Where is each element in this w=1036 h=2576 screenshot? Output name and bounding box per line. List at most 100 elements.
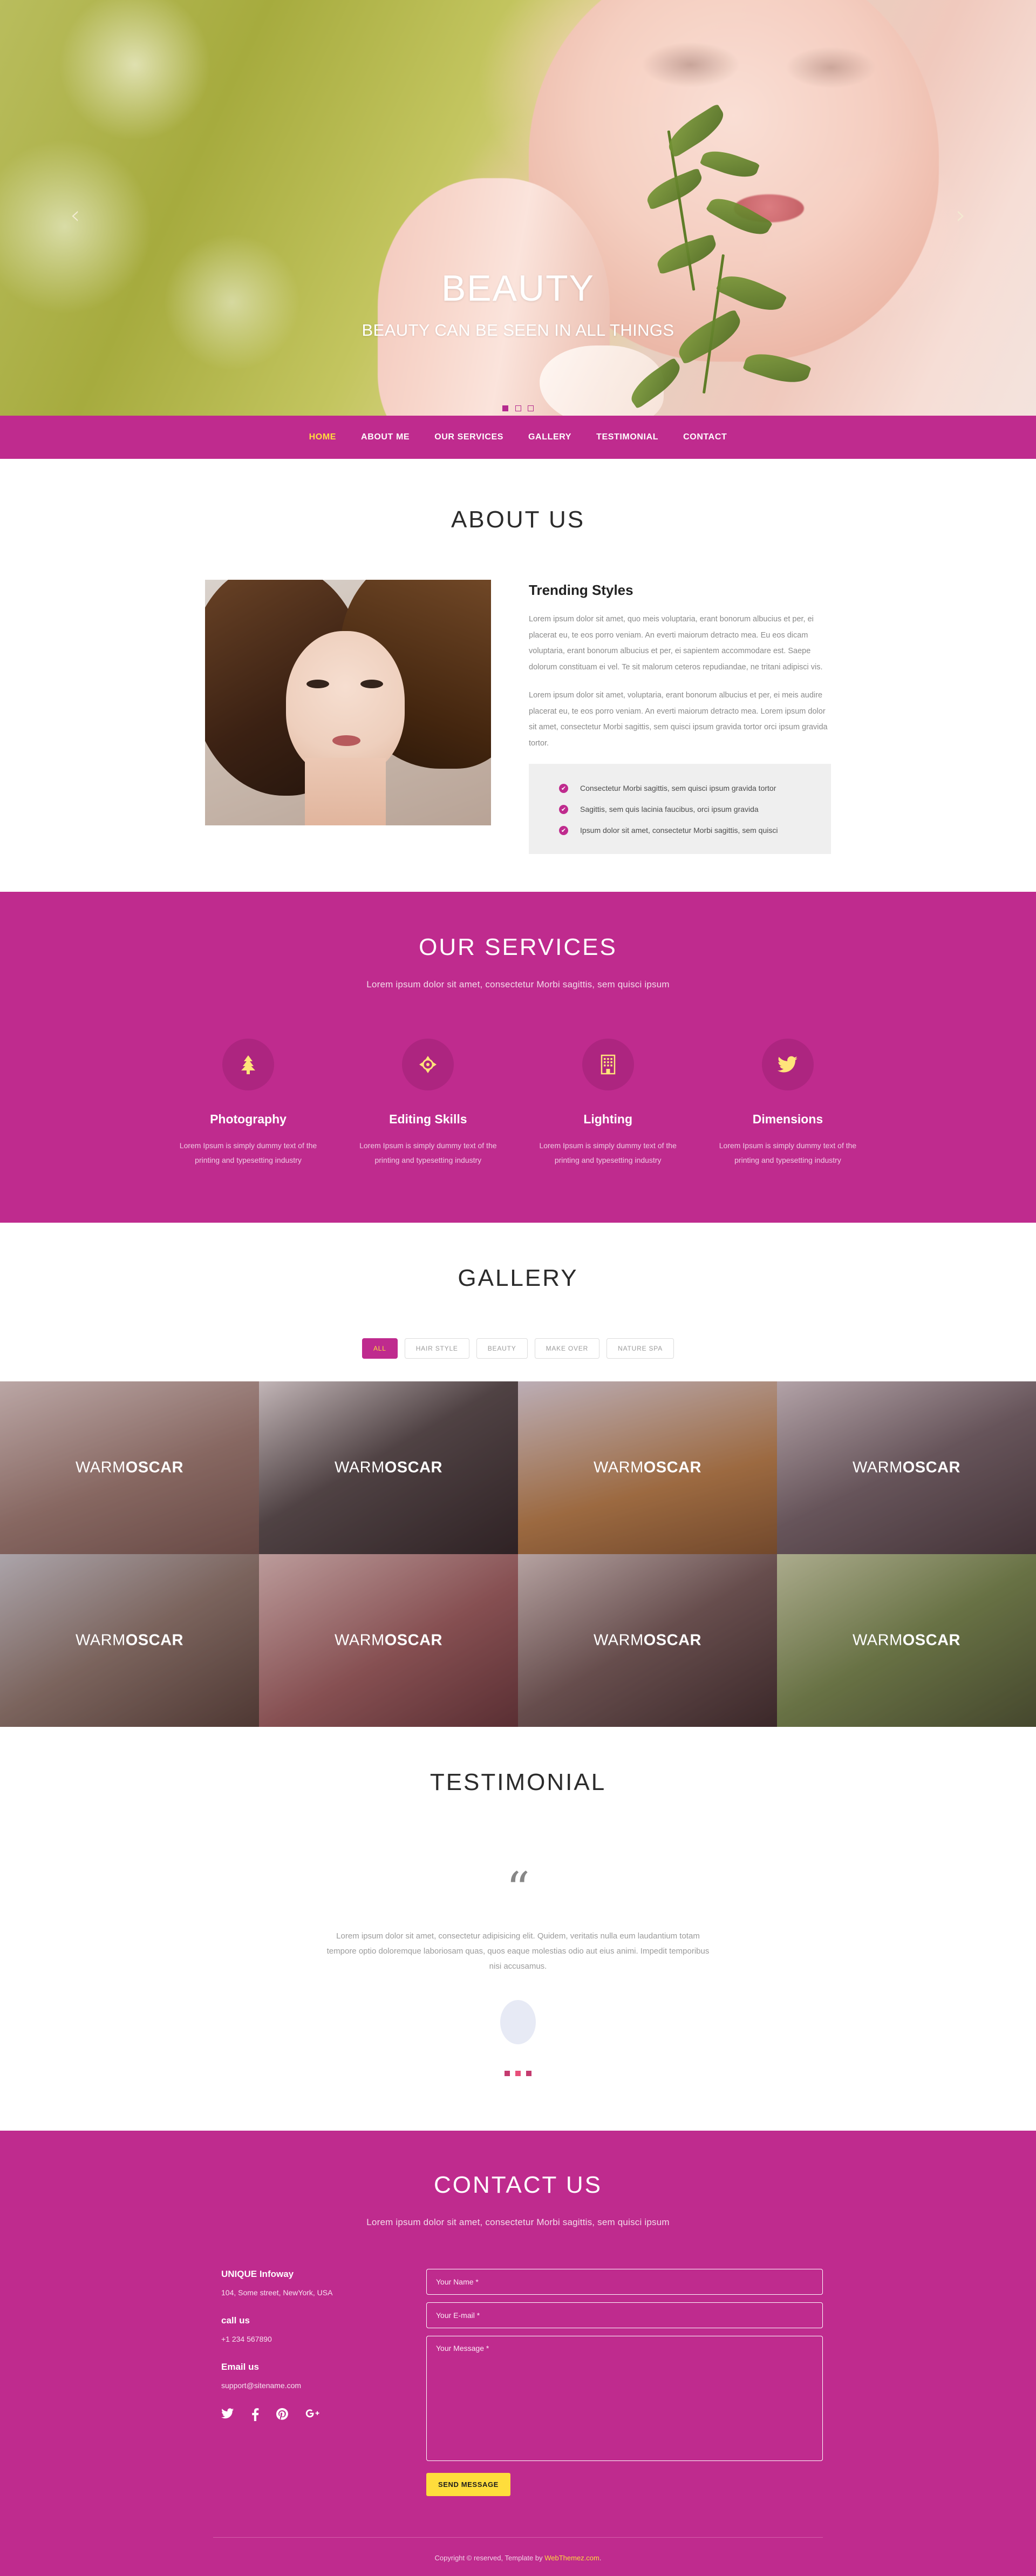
footer-link-webthemez[interactable]: WebThemez.com [544,2554,599,2562]
nav-item-home[interactable]: HOME [297,432,349,442]
contact-section-subtitle: Lorem ipsum dolor sit amet, consectetur … [366,2216,670,2227]
about-text-block: Trending Styles Lorem ipsum dolor sit am… [491,580,831,854]
contact-call-label: call us [221,2315,250,2326]
gallery-caption-bold: OSCAR [643,1459,701,1476]
gallery-caption-light: WARM [76,1459,126,1476]
nav-item-about-me[interactable]: ABOUT ME [349,432,422,442]
hero-prev-arrow[interactable]: ‹ [70,202,80,227]
avatar [500,1999,536,2044]
gallery-item[interactable]: WARMOSCAR [518,1381,777,1555]
check-circle-icon: ✔ [559,783,568,793]
gallery-filter-all[interactable]: ALL [362,1338,398,1359]
gallery-item[interactable]: WARMOSCAR [518,1554,777,1727]
services-section-title: OUR SERVICES [419,933,617,960]
gallery-item[interactable]: WARMOSCAR [0,1554,259,1727]
gallery-caption-light: WARM [853,1631,903,1649]
name-field[interactable] [426,2268,823,2295]
service-desc: Lorem Ipsum is simply dummy text of the … [539,1141,677,1165]
gallery-caption-light: WARM [335,1631,385,1649]
about-content: Trending Styles Lorem ipsum dolor sit am… [205,580,831,854]
about-paragraph-1: Lorem ipsum dolor sit amet, quo meis vol… [529,615,823,672]
contact-info: UNIQUE Infoway 104, Some street, NewYork… [213,2269,418,2496]
crosshair-icon [402,1038,454,1090]
twitter-icon[interactable] [221,2408,234,2421]
contact-address: 104, Some street, NewYork, USA [221,2288,333,2297]
service-desc: Lorem Ipsum is simply dummy text of the … [719,1141,857,1165]
service-name: Editing Skills [389,1111,467,1126]
gallery-section-title: GALLERY [458,1265,578,1292]
service-card-lighting[interactable]: Lighting Lorem Ipsum is simply dummy tex… [530,1038,686,1168]
gallery-caption-light: WARM [594,1459,644,1476]
footer-divider [213,2537,823,2538]
testimonial-dot-3[interactable] [526,2070,532,2076]
contact-email: support@sitename.com [221,2381,302,2390]
building-icon [582,1038,634,1090]
service-card-photography[interactable]: Photography Lorem Ipsum is simply dummy … [170,1038,326,1168]
gallery-caption-bold: OSCAR [902,1631,960,1649]
footer-copyright-text: Copyright © reserved, Template by [434,2553,545,2562]
gallery-item[interactable]: WARMOSCAR [777,1554,1036,1727]
testimonial-section: TESTIMONIAL “ Lorem ipsum dolor sit amet… [0,1727,1036,2131]
gallery-caption-bold: OSCAR [125,1459,183,1476]
service-name: Dimensions [752,1111,823,1126]
pinterest-icon[interactable] [276,2408,288,2421]
gallery-caption-light: WARM [76,1631,126,1649]
gallery-caption-bold: OSCAR [384,1459,442,1476]
gallery-filter-beauty[interactable]: BEAUTY [476,1338,528,1359]
social-links [221,2408,418,2421]
gallery-filter-nature-spa[interactable]: NATURE SPA [606,1338,674,1359]
about-bullet-label: Consectetur Morbi sagittis, sem quisci i… [580,784,776,793]
contact-email-label: Email us [221,2361,259,2372]
gallery-caption-bold: OSCAR [643,1631,701,1649]
tree-icon [222,1038,274,1090]
nav-item-contact[interactable]: CONTACT [671,432,739,442]
testimonial-dot-2[interactable] [515,2070,521,2076]
facebook-icon[interactable] [251,2408,259,2421]
hero-slider-dots[interactable] [0,404,1036,413]
nav-item-our-services[interactable]: OUR SERVICES [422,432,516,442]
about-section-title: ABOUT US [451,506,585,533]
nav-item-testimonial[interactable]: TESTIMONIAL [584,432,671,442]
hero-next-arrow[interactable]: › [956,202,966,227]
hero-dot-1[interactable] [502,405,509,412]
gallery-filter-hair-style[interactable]: HAIR STYLE [404,1338,469,1359]
service-name: Lighting [583,1111,632,1126]
testimonial-section-title: TESTIMONIAL [430,1769,606,1796]
testimonial-dot-1[interactable] [504,2070,510,2076]
gallery-filters: ALL HAIR STYLE BEAUTY MAKE OVER NATURE S… [0,1338,1036,1359]
gallery-item[interactable]: WARMOSCAR [0,1381,259,1555]
gallery-item[interactable]: WARMOSCAR [259,1554,518,1727]
services-section-subtitle: Lorem ipsum dolor sit amet, consectetur … [366,979,670,989]
gallery-caption-light: WARM [335,1459,385,1476]
contact-content: UNIQUE Infoway 104, Some street, NewYork… [213,2268,823,2496]
gallery-caption-light: WARM [853,1459,903,1476]
contact-company: UNIQUE Infoway [221,2268,294,2279]
about-feature-list: ✔ Consectetur Morbi sagittis, sem quisci… [529,763,831,854]
contact-section-title: CONTACT US [434,2171,602,2198]
contact-phone: +1 234 567890 [221,2334,272,2343]
services-section: OUR SERVICES Lorem ipsum dolor sit amet,… [0,891,1036,1223]
hero-title: BEAUTY [441,268,595,309]
gallery-item[interactable]: WARMOSCAR [259,1381,518,1555]
testimonial-dots[interactable] [0,2069,1036,2079]
hero-dot-2[interactable] [515,405,521,412]
main-navbar: HOME ABOUT ME OUR SERVICES GALLERY TESTI… [0,416,1036,459]
footer-copyright: Copyright © reserved, Template by WebThe… [0,2554,1036,2562]
hero-slider: ‹ › BEAUTY BEAUTY CAN BE SEEN IN ALL THI… [0,0,1036,416]
service-card-editing-skills[interactable]: Editing Skills Lorem Ipsum is simply dum… [350,1038,506,1168]
service-desc: Lorem Ipsum is simply dummy text of the … [179,1141,317,1165]
email-field[interactable] [426,2302,823,2328]
google-plus-icon[interactable] [305,2408,319,2421]
gallery-item[interactable]: WARMOSCAR [777,1381,1036,1555]
hero-caption: BEAUTY BEAUTY CAN BE SEEN IN ALL THINGS [0,270,1036,340]
send-message-button[interactable]: SEND MESSAGE [426,2472,510,2496]
about-bullet-label: Sagittis, sem quis lacinia faucibus, orc… [580,805,759,814]
gallery-filter-make-over[interactable]: MAKE OVER [534,1338,600,1359]
nav-item-gallery[interactable]: GALLERY [516,432,584,442]
message-field[interactable] [426,2335,823,2461]
hero-dot-3[interactable] [527,405,534,412]
service-card-dimensions[interactable]: Dimensions Lorem Ipsum is simply dummy t… [710,1038,866,1168]
hero-subtitle: BEAUTY CAN BE SEEN IN ALL THINGS [362,321,674,340]
twitter-bird-icon [761,1038,814,1090]
hero-leaves-decoration [0,0,1036,416]
